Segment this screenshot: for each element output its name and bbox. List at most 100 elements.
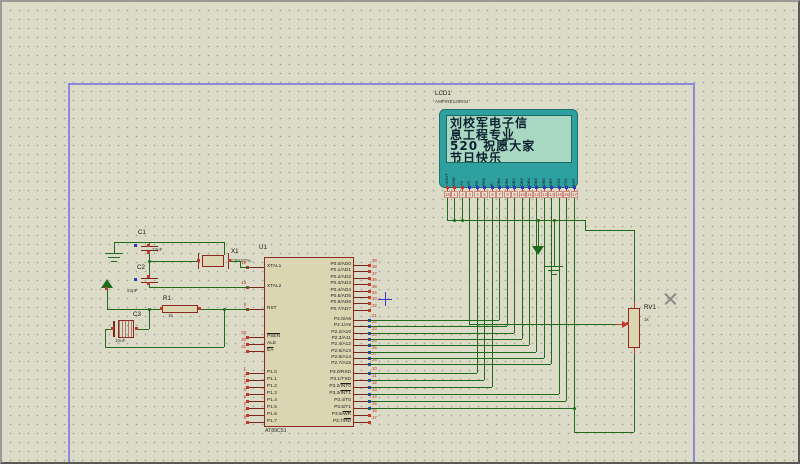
mcu-pin-label: P3.0/RXD xyxy=(329,370,351,375)
wire xyxy=(574,408,575,432)
pin-end-marker xyxy=(367,276,371,280)
wire xyxy=(368,394,559,395)
mcu-pin-number: 29 xyxy=(241,330,246,335)
sheet-border xyxy=(68,83,695,462)
crystal-x1[interactable] xyxy=(202,255,224,267)
pin-end-marker xyxy=(527,185,531,189)
pin-end-marker xyxy=(367,308,371,312)
lcd-pin-name: GND xyxy=(452,177,456,186)
pin-end-marker xyxy=(564,185,568,189)
wire xyxy=(368,380,484,381)
lcd-pin-number: 10 xyxy=(519,191,526,198)
lcd-pin-name: -VOUT xyxy=(445,173,449,186)
pin-end-marker xyxy=(227,258,231,262)
lcd-pin-number: 3 xyxy=(466,191,473,198)
junction-dot xyxy=(552,218,556,222)
mcu-pin-label: P0.1/AD1 xyxy=(330,268,351,273)
wire xyxy=(368,401,566,402)
pin-end-marker xyxy=(146,243,150,247)
mcu-pin-label: P0.6/AD6 xyxy=(330,300,351,305)
mcu-part-label: AT89C51 xyxy=(265,428,287,434)
pin-end-marker xyxy=(505,185,509,189)
wire xyxy=(368,387,492,388)
pot-rv1[interactable] xyxy=(628,308,640,348)
wire xyxy=(224,242,225,255)
c1-ref-label: C1 xyxy=(138,229,146,236)
c2-ref-label: C2 xyxy=(137,264,145,271)
lcd-pin-number: 11 xyxy=(526,191,533,198)
lcd-pin-number: 9 xyxy=(511,191,518,198)
pin-end-marker xyxy=(197,306,201,310)
wire xyxy=(585,230,634,231)
lcd-pin-number: 7 xyxy=(496,191,503,198)
lcd-pin-number: 12 xyxy=(533,191,540,198)
pin-end-marker xyxy=(549,185,553,189)
mcu-pin-label: P3.2/INT0 xyxy=(329,384,351,389)
ground-icon xyxy=(108,257,120,258)
wire xyxy=(114,242,224,243)
wire xyxy=(149,287,250,288)
ground-icon xyxy=(554,220,555,266)
r1-value-label: 1k xyxy=(168,313,173,318)
wire xyxy=(368,364,551,365)
pin-end-marker xyxy=(110,326,114,330)
resistor-r1[interactable] xyxy=(162,305,198,313)
ground-icon xyxy=(545,266,563,267)
wire xyxy=(368,373,477,374)
mcu-pin-stub xyxy=(248,373,264,374)
wire xyxy=(574,198,575,408)
mcu-pin-label: P0.5/AD5 xyxy=(330,294,351,299)
wire xyxy=(368,320,499,321)
wire xyxy=(368,326,507,327)
lcd-pin-name: DB5 xyxy=(534,178,538,186)
mcu-pin-number: 37 xyxy=(372,271,377,276)
mcu-pin-number: 36 xyxy=(372,277,377,282)
pin-end-marker xyxy=(572,185,576,189)
junction-dot xyxy=(460,218,464,222)
lcd-pin-name: +V xyxy=(460,180,464,186)
mcu-pin-label: P0.7/AD7 xyxy=(330,307,351,312)
lcd-pin-name: DB4 xyxy=(527,178,531,186)
pin-end-marker xyxy=(512,185,516,189)
mcu-pin-stub xyxy=(248,380,264,381)
ground-icon xyxy=(551,274,557,275)
wire xyxy=(368,339,522,340)
wire xyxy=(574,432,634,433)
mcu-ref-label: U1 xyxy=(259,244,267,251)
mcu-pin-number: 39 xyxy=(372,258,377,263)
wire xyxy=(499,198,500,320)
wire xyxy=(538,220,539,246)
pin-end-marker xyxy=(367,289,371,293)
schematic-canvas[interactable]: LCD1 AMPIRE128X64 刘校军电子信 息工程专业 520 祝愿大家 … xyxy=(0,0,800,464)
lcd-pin-name: CS1 xyxy=(557,178,561,186)
pin-end-marker xyxy=(542,185,546,189)
pin-end-marker xyxy=(146,274,150,278)
lcd-pin-name: RS xyxy=(475,180,479,186)
wire xyxy=(566,198,567,401)
pot-pin-stub xyxy=(634,348,635,354)
lcd-pin-number: 4 xyxy=(474,191,481,198)
capacitor-c3[interactable] xyxy=(118,320,134,338)
pin-end-marker xyxy=(367,413,371,417)
wire xyxy=(514,198,515,333)
mcu-pin-number: 35 xyxy=(372,284,377,289)
mcu-pin-label: P0.4/AD4 xyxy=(330,288,351,293)
c2-value-label: 22pF xyxy=(127,288,138,293)
mcu-pin-label: P2.6/A14 xyxy=(331,355,351,360)
pin-end-marker xyxy=(245,349,249,353)
mcu-pin-label: P2.1/A9 xyxy=(333,323,351,328)
pin-end-marker xyxy=(490,185,494,189)
pin-end-marker xyxy=(367,282,371,286)
wire xyxy=(462,198,463,220)
pin-end-marker xyxy=(467,185,471,189)
junction-dot xyxy=(572,406,576,410)
mcu-pin-stub xyxy=(248,309,264,310)
c3-value-label: 10uF xyxy=(115,338,126,343)
lcd-pin-number: 18 xyxy=(444,191,451,198)
pin-end-marker xyxy=(146,281,150,285)
mcu-pin-number: 18 xyxy=(241,280,246,285)
wire xyxy=(447,198,448,220)
mcu-pin-number: 5 xyxy=(243,394,246,399)
wire xyxy=(149,261,198,262)
c3-ref-label: C3 xyxy=(133,311,141,318)
